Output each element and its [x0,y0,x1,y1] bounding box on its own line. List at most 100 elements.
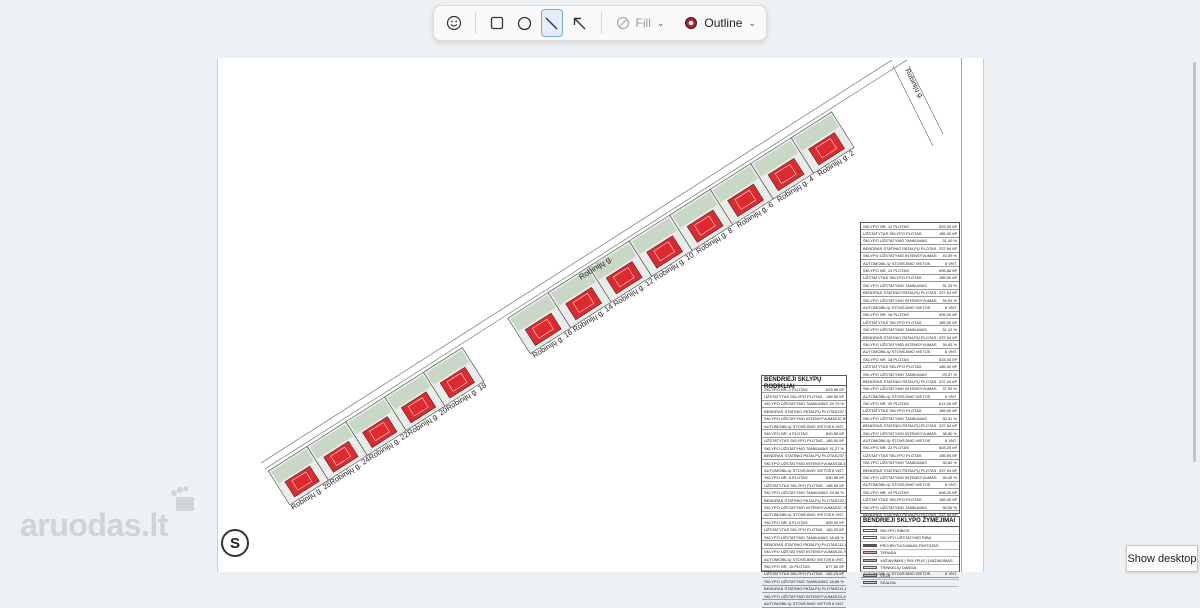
row-value: 237,94 M² [938,467,957,473]
row-value: 6 VNT. [831,467,844,473]
row-key: UŽSTATYTAS SKLYPO PLOTAS [764,527,823,533]
row-key: SKLYPO NR. 20 PLOTAS [863,401,909,407]
row-value: 185,90 M² [825,438,844,444]
row-key: SKLYPO UŽSTATYMO INTENSYVUMAS [764,549,838,555]
table-row: SKLYPO UŽSTATYMO TANKUMAS 30,31 % [861,415,959,423]
row-key: SKLYPO UŽSTATYMO INTENSYVUMAS [764,593,838,599]
emoji-tool-button[interactable] [443,9,464,37]
row-value: 6 VNT. [944,438,957,444]
row-key: SKLYPO UŽSTATYMO TANKUMAS [863,238,927,244]
row-key: SKLYPO NR. 6 PLOTAS [764,475,808,481]
table-row: BENDRAS STATINIO PATALPŲ PLOTAS237,94 M² [861,245,959,253]
row-value: 623,96 M² [825,386,844,392]
row-key: AUTOMOBILIŲ STOVĖJIMO VIETOS [764,512,832,518]
row-key: SKLYPO UŽSTATYMO TANKUMAS [863,327,927,333]
table-row: UŽSTATYTAS SKLYPO PLOTAS185,90 M² [861,319,959,327]
table-row: SKLYPO NR. 4 PLOTAS 620,86 M² [762,430,846,438]
legend-label: VEJA [880,572,891,578]
row-key: SKLYPO UŽSTATYMO INTENSYVUMAS [863,430,937,436]
row-key: SKLYPO NR. 12 PLOTAS [863,223,909,229]
row-key: SKLYPO UŽSTATYMO TANKUMAS [764,401,828,407]
table-row: SKLYPO UŽSTATYMO INTENSYVUMAS24,28 % [762,593,846,601]
row-value: 39,45 % [942,474,957,480]
fill-dropdown[interactable]: Fill ⌄ [610,9,671,37]
ellipse-tool-button[interactable] [514,9,535,37]
row-key: AUTOMOBILIŲ STOVĖJIMO VIETOS [863,393,931,399]
row-value: 24,28 % [837,593,846,599]
legend-swatch [863,581,877,585]
row-key: BENDRAS STATINIO PATALPŲ PLOTAS [863,378,937,384]
row-value: 29,79 % [829,401,844,407]
legend-item: SKLYPO UŽSTATYMO RIBA [861,535,959,542]
row-value: 237,94 M² [837,408,846,414]
circle-icon [517,16,532,30]
row-key: SKLYPO NR. 4 PLOTAS [764,431,808,437]
row-value: 29,37 % [942,371,957,377]
row-key: BENDRAS STATINIO PATALPŲ PLOTAS [863,334,937,340]
row-key: SKLYPO NR. 2 PLOTAS [764,386,808,392]
legend-label: PROJEKTUOJAMAS PASTATAS [880,542,939,548]
row-key: SKLYPO NR. 16 PLOTAS [863,312,909,318]
legend-item: TRINKELIŲ DANGA [861,565,959,572]
table-row: BENDRAS STATINIO PATALPŲ PLOTAS211,89 M² [762,541,846,549]
row-key: AUTOMOBILIŲ STOVĖJIMO VIETOS [764,423,832,429]
table-row: SKLYPO NR. 16 PLOTAS 595,00 M² [861,312,959,320]
street-name-side: Robinijų g. [903,68,924,101]
fill-label: Fill [635,16,651,30]
table-row: SKLYPO UŽSTATYMO TANKUMAS 31,27 % [762,445,846,453]
table-row: UŽSTATYTAS SKLYPO PLOTAS185,90 M² [861,230,959,238]
row-value: 237,94 M² [938,245,957,251]
row-value: 237,94 M² [938,423,957,429]
row-value: 185,90 M² [938,452,957,458]
row-value: 603,20 M² [938,445,957,451]
arrow-tool-button[interactable] [569,9,590,37]
show-desktop-button[interactable]: Show desktop [1126,545,1198,572]
row-value: 613,26 M² [938,401,957,407]
legend-item: SKALDA [861,580,959,587]
rectangle-tool-button[interactable] [487,9,508,37]
scrollbar[interactable] [1193,62,1196,462]
row-key: SKLYPO UŽSTATYMO INTENSYVUMAS [764,460,838,466]
table-row: SKLYPO UŽSTATYMO TANKUMAS 18,65 % [762,534,846,542]
row-value: 40,09 % [942,253,957,259]
table-row: BENDRAS STATINIO PATALPŲ PLOTAS237,94 M² [762,453,846,460]
table-row: UŽSTATYTAS SKLYPO PLOTAS185,90 M² [762,482,846,490]
smiley-icon [446,15,461,31]
row-value: 633,00 M² [938,356,957,362]
row-value: 237,94 M² [938,290,957,296]
row-value: 24,70 % [837,549,846,555]
table-row: BENDRAS STATINIO PATALPŲ PLOTAS237,94 M² [861,378,959,386]
table-row: AUTOMOBILIŲ STOVĖJIMO VIETOS6 VNT. [762,512,846,520]
line-tool-button[interactable] [541,9,563,37]
outline-dropdown[interactable]: Outline ⌄ [670,9,760,37]
row-key: SKLYPO NR. 18 PLOTAS [863,356,909,362]
table-row: SKLYPO NR. 14 PLOTAS 595,86 M² [861,267,959,275]
row-value: 18,66 % [829,578,844,584]
table-row: AUTOMOBILIŲ STOVĖJIMO VIETOS6 VNT. [861,304,959,312]
row-key: UŽSTATYTAS SKLYPO PLOTAS [863,452,922,458]
legend-label: TERASA [880,550,897,556]
row-value: 595,00 M² [938,312,957,318]
row-value: 6 VNT. [831,512,844,518]
table-row: AUTOMOBILIŲ STOVĖJIMO VIETOS6 VNT. [861,482,959,490]
outline-label: Outline [704,16,743,30]
table-row: AUTOMOBILIŲ STOVĖJIMO VIETOS6 VNT. [762,423,846,431]
legend-label: SKLYPO UŽSTATYMO RIBA [880,535,932,541]
compass-icon: S [221,529,249,557]
table-row: SKLYPO NR. 22 PLOTAS 603,20 M² [861,445,959,453]
row-value: 31,40 % [942,238,957,244]
row-value: 182,20 M² [825,527,844,533]
table-row: AUTOMOBILIŲ STOVĖJIMO VIETOS6 VNT. [762,600,846,608]
row-value: 37,70 % [837,504,846,510]
row-value: 30,31 % [942,415,957,421]
legend-label: VAŽIAVIMAS | SKLYPUS | ĮVAŽIAVIMAS [880,557,953,563]
row-key: SKLYPO NR. 14 PLOTAS [863,268,909,274]
table-row: AUTOMOBILIŲ STOVĖJIMO VIETOS6 VNT. [762,467,846,475]
table-row: SKLYPO NR. 12 PLOTAS 593,90 M² [861,223,959,231]
row-value: 185,90 M² [938,497,957,503]
row-key: BENDRAS STATINIO PATALPŲ PLOTAS [764,541,838,547]
table-row: BENDRAS STATINIO PATALPŲ PLOTAS237,94 M² [762,497,846,505]
row-value: 39,83 % [942,341,957,347]
table-row: UŽSTATYTAS SKLYPO PLOTAS185,90 M² [861,363,959,371]
table-row: SKLYPO UŽSTATYMO INTENSYVUMAS38,33 % [762,460,846,468]
